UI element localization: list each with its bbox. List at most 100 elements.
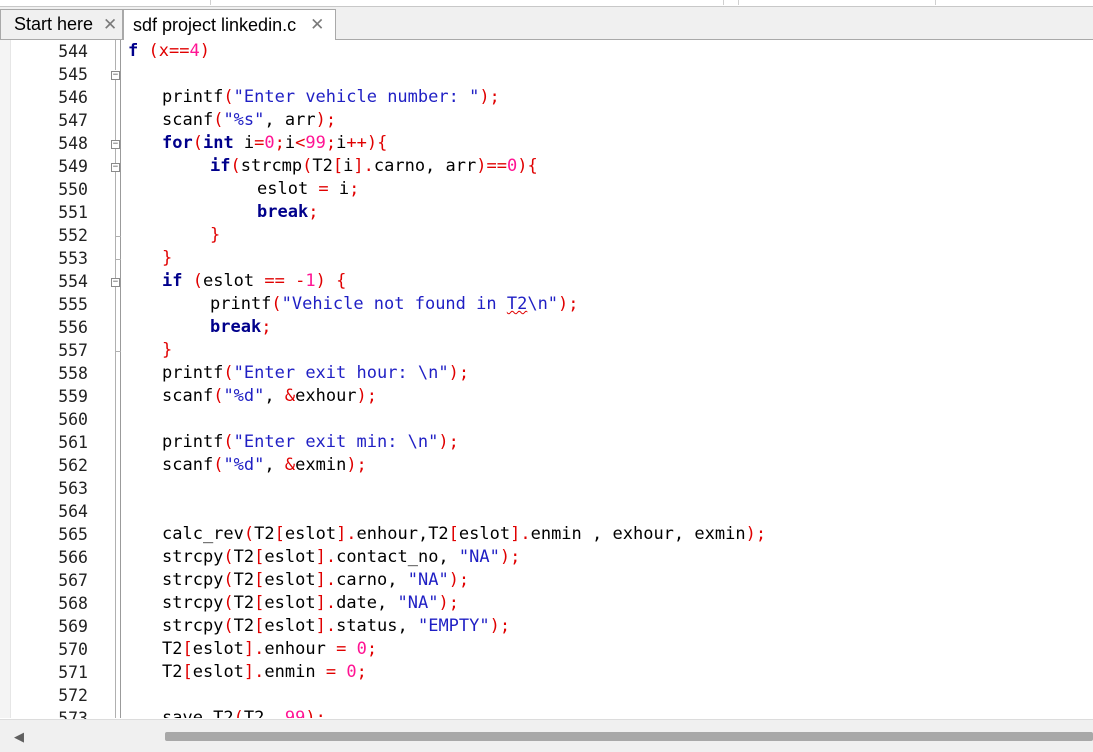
code-token: ]. [510,524,531,544]
code-token: ( [192,133,203,153]
code-token: "EMPTY" [417,616,490,636]
code-line: printf("Vehicle not found in T2\n"); [210,293,579,316]
code-line: T2[eslot].enmin = 0; [162,661,367,684]
fold-guide [115,80,116,718]
code-token: calc_rev [162,524,244,544]
code-token: < [295,133,306,153]
code-token: ]. [353,156,374,176]
code-token: eslot [264,616,316,636]
code-line: strcpy(T2[eslot].contact_no, "NA"); [162,546,520,569]
code-line: scanf("%d", &exmin); [162,454,367,477]
fold-collapse-icon[interactable]: − [111,163,120,172]
code-token: "Enter exit min: \n" [233,432,439,452]
code-token: , [264,455,285,475]
code-token: } [162,248,173,268]
code-token: ); [356,386,378,406]
fold-collapse-icon[interactable]: − [111,278,120,287]
code-token: carno, [336,570,408,590]
tab-sdf-project-linkedin-c[interactable]: sdf project linkedin.c ✕ [123,9,336,40]
line-number: 546 [58,88,88,107]
window-top-edge [0,0,1093,7]
code-token: [ [332,156,344,176]
code-token: ++){ [346,133,388,153]
code-token: } [162,340,173,360]
line-number: 569 [58,617,88,636]
code-line: break; [257,201,318,224]
code-token: T2 [162,639,183,659]
code-token: exmin [295,455,347,475]
line-number: 553 [58,249,88,268]
code-token: T2 [233,547,255,567]
code-token: ( [243,524,255,544]
code-token: i [336,133,347,153]
line-number: 552 [58,226,88,245]
close-icon[interactable]: ✕ [310,15,324,35]
code-token: 0 [356,639,367,659]
code-token: ); [448,363,470,383]
code-token: T2 [233,570,255,590]
code-token: ]. [315,570,337,590]
code-token: ( [230,156,241,176]
code-token: & [284,386,296,406]
code-token: [ [182,662,193,682]
code-token: ( [223,363,234,383]
code-token: & [284,455,296,475]
code-token: if [210,156,231,176]
tab-start-here[interactable]: Start here ✕ [0,9,123,39]
line-number: 548 [58,134,88,153]
code-token: ( [138,41,159,61]
code-token: ) [199,41,210,61]
code-line: printf("Enter vehicle number: "); [162,86,500,109]
code-token: i [328,179,350,199]
code-token: "NA" [397,593,439,613]
code-token: == [168,41,190,61]
fold-collapse-icon[interactable]: − [111,71,120,80]
spelling-underline-token: T2 [506,294,528,314]
code-token: ; [366,639,378,659]
code-token: 99 [305,133,326,153]
code-token: \n" [527,294,559,314]
code-token: 0 [346,662,357,682]
code-token: , [673,524,695,544]
code-token: ( [223,616,234,636]
code-token: ); [499,547,521,567]
code-token: T2 [254,524,275,544]
scroll-left-arrow-icon[interactable]: ◀ [14,729,24,745]
line-number: 557 [58,341,88,360]
fold-collapse-icon[interactable]: − [111,140,120,149]
code-token: int [202,133,234,153]
code-editor[interactable]: f (x==4) printf("Enter vehicle number: "… [121,40,1093,718]
code-line: calc_rev(T2[eslot].enhour,T2[eslot].enmi… [162,523,766,546]
toolbar-segment [738,0,936,5]
code-token: ); [346,455,367,475]
code-token: if [162,271,183,291]
code-token: = [318,179,329,199]
code-token: ); [479,87,500,107]
scrollbar-thumb[interactable] [165,732,1093,741]
line-number: 550 [58,180,88,199]
code-token: ); [448,570,470,590]
close-icon[interactable]: ✕ [103,15,117,35]
code-token: strcpy [162,547,224,567]
code-token: ); [745,524,767,544]
line-number-gutter[interactable]: 544 545 546 547 548 549 550 551 552 553 … [0,40,121,728]
code-line: strcpy(T2[eslot].carno, "NA"); [162,569,469,592]
horizontal-scrollbar[interactable]: ◀ [0,719,1093,752]
code-token: = [325,662,337,682]
code-token: break [210,317,262,337]
code-line: printf("Enter exit min: \n"); [162,431,459,454]
code-token: enmin [264,662,326,682]
line-number: 544 [58,42,88,61]
code-token: break [257,202,309,222]
code-token: 99 [284,708,306,718]
code-token: i [343,156,354,176]
code-token: [ [254,593,265,613]
code-token: ]. [315,547,337,567]
code-token: [ [254,547,265,567]
code-token: ; [308,202,319,222]
code-token: [ [254,616,265,636]
code-token: ; [325,133,337,153]
code-token: eslot [192,662,244,682]
code-token: eslot [192,639,244,659]
fold-guide [115,40,116,70]
